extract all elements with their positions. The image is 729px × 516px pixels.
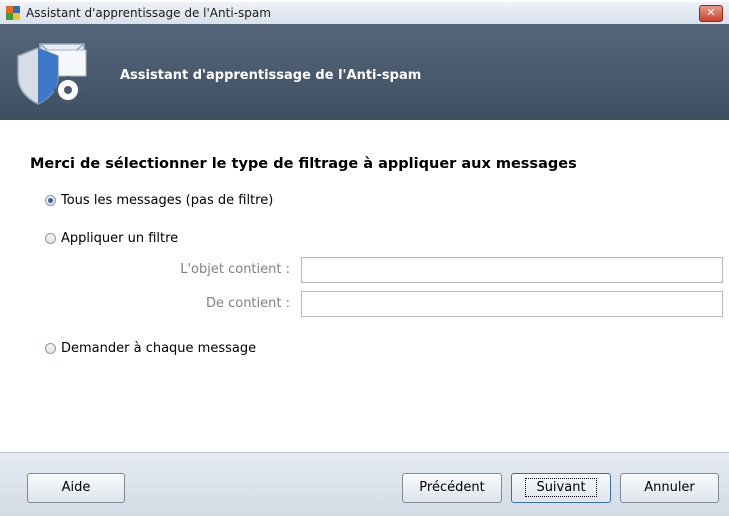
wizard-header: Assistant d'apprentissage de l'Anti-spam (0, 24, 729, 120)
radio-label: Appliquer un filtre (61, 231, 179, 246)
radio-all-messages[interactable]: Tous les messages (pas de filtre) (45, 193, 273, 208)
next-button[interactable]: Suivant (511, 473, 611, 503)
instruction-heading: Merci de sélectionner le type de filtrag… (30, 156, 577, 172)
wizard-window: Assistant d'apprentissage de l'Anti-spam… (0, 0, 729, 516)
radio-apply-filter[interactable]: Appliquer un filtre (45, 231, 178, 246)
radio-ask-each-message[interactable]: Demander à chaque message (45, 341, 256, 356)
radio-label: Tous les messages (pas de filtre) (61, 193, 274, 208)
from-field-label: De contient : (205, 296, 290, 311)
radio-unchecked-icon[interactable] (45, 233, 56, 244)
subject-field-label: L'objet contient : (180, 262, 290, 277)
radio-unchecked-icon[interactable] (45, 343, 56, 354)
radio-label: Demander à chaque message (61, 341, 257, 356)
cancel-button-label: Annuler (644, 480, 695, 495)
cancel-button[interactable]: Annuler (620, 473, 719, 503)
close-icon: ✕ (706, 6, 716, 19)
header-title: Assistant d'apprentissage de l'Anti-spam (120, 68, 422, 83)
window-title: Assistant d'apprentissage de l'Anti-spam (26, 6, 271, 20)
previous-button-label: Précédent (419, 480, 485, 495)
title-bar[interactable]: Assistant d'apprentissage de l'Anti-spam… (0, 2, 729, 25)
from-input[interactable] (301, 291, 723, 317)
shield-mail-gear-icon (17, 43, 87, 105)
close-button[interactable]: ✕ (699, 5, 723, 22)
subject-input[interactable] (301, 257, 723, 283)
radio-checked-icon[interactable] (45, 195, 56, 206)
help-button[interactable]: Aide (27, 473, 125, 503)
previous-button[interactable]: Précédent (402, 473, 502, 503)
app-icon (6, 6, 20, 20)
wizard-content: Merci de sélectionner le type de filtrag… (0, 120, 729, 452)
help-button-label: Aide (61, 480, 91, 495)
wizard-footer: Aide Précédent Suivant Annuler (0, 452, 729, 516)
next-button-label: Suivant (525, 478, 597, 497)
